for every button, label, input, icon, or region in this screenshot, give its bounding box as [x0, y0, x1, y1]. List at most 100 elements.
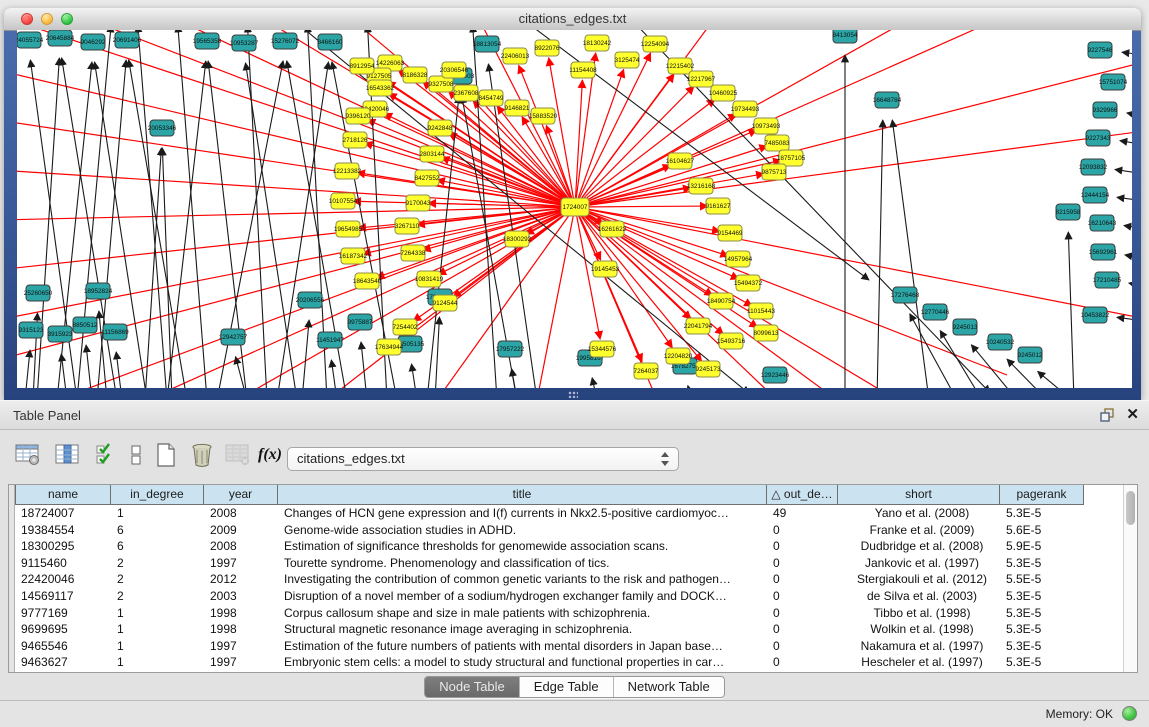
network-node[interactable]: 10240532	[986, 334, 1015, 350]
network-node[interactable]: 15276072	[271, 33, 300, 49]
network-node[interactable]: 9245173	[696, 361, 721, 377]
network-node[interactable]: 13216168	[687, 178, 716, 194]
network-node[interactable]: 3915923	[48, 326, 73, 342]
network-node[interactable]: 15751074	[1099, 74, 1128, 90]
network-node[interactable]: 3125474	[615, 52, 640, 68]
table-settings-icon[interactable]	[14, 441, 42, 469]
network-node[interactable]: 18813054	[473, 36, 502, 52]
network-node[interactable]: 16648784	[873, 92, 902, 108]
float-panel-icon[interactable]	[1098, 406, 1116, 424]
show-column-icon[interactable]	[54, 441, 82, 469]
network-node[interactable]: 11015443	[747, 303, 775, 319]
network-node[interactable]: 12254094	[641, 36, 670, 52]
table-row[interactable]: 977716911998Corpus callosum shape and si…	[15, 605, 1123, 622]
network-node[interactable]: 7264338	[401, 245, 426, 261]
network-node[interactable]: 9245013	[953, 319, 978, 335]
network-node[interactable]: 9242848	[428, 120, 453, 136]
network-node[interactable]: 9227343	[1086, 130, 1111, 146]
network-node[interactable]: 7264037	[634, 363, 659, 379]
network-node[interactable]: 10460925	[709, 85, 738, 101]
network-node[interactable]: 20645884	[46, 30, 75, 46]
network-node[interactable]: 9245012	[1018, 347, 1043, 363]
network-node[interactable]: 9154469	[718, 225, 743, 241]
network-node[interactable]: 2803144	[420, 146, 445, 162]
network-canvas[interactable]: 2405572420645884904629220691406195653581…	[17, 30, 1132, 388]
network-node[interactable]: 17957222	[496, 341, 525, 357]
network-node[interactable]: 9046292	[81, 34, 106, 50]
network-node[interactable]: 2718126	[343, 132, 368, 148]
network-node[interactable]: 9161627	[706, 198, 731, 214]
delete-column-icon[interactable]	[188, 441, 216, 469]
network-node[interactable]: 8922076	[535, 40, 560, 56]
column-header-year[interactable]: year	[204, 485, 278, 505]
scrollbar-thumb[interactable]	[1126, 491, 1135, 525]
citation-network-graph[interactable]: 2405572420645884904629220691406195653581…	[17, 30, 1132, 388]
network-node[interactable]: 12093832	[1079, 159, 1108, 175]
network-node[interactable]: 22041794	[684, 318, 713, 334]
network-node[interactable]: 11154408	[569, 62, 597, 78]
network-node[interactable]: 11156869	[101, 324, 129, 340]
table-row[interactable]: 1872400712008Changes of HCN gene express…	[15, 505, 1123, 522]
network-node[interactable]: 10453822	[1081, 307, 1110, 323]
network-node[interactable]: 12444154	[1081, 187, 1110, 203]
window-resize-grip[interactable]	[568, 391, 578, 398]
network-node[interactable]: 16187342	[339, 248, 368, 264]
network-node[interactable]: 15494372	[734, 275, 763, 291]
table-row[interactable]: 1456911722003Disruption of a novel membe…	[15, 588, 1123, 605]
column-header-outde[interactable]: △ out_de…	[767, 485, 838, 505]
network-node[interactable]: 17276468	[891, 287, 920, 303]
network-node[interactable]: 10107554	[329, 193, 358, 209]
tab-edge-table[interactable]: Edge Table	[520, 677, 614, 697]
network-node[interactable]: 25260650	[24, 285, 53, 301]
column-header-indegree[interactable]: in_degree	[111, 485, 204, 505]
table-selector-dropdown[interactable]: citations_edges.txt	[287, 447, 679, 471]
network-node[interactable]: 16543362	[366, 80, 395, 96]
tab-network-table[interactable]: Network Table	[614, 677, 724, 697]
network-node[interactable]: 10831419	[415, 271, 444, 287]
network-node[interactable]: 3267110	[395, 218, 420, 234]
network-node[interactable]: 12213382	[333, 163, 362, 179]
network-node[interactable]: 18130242	[583, 35, 612, 51]
network-node[interactable]: 20306546	[440, 62, 469, 78]
network-node[interactable]: 16210643	[1088, 215, 1117, 231]
rows-icon[interactable]	[122, 441, 150, 469]
network-node[interactable]: 18952824	[84, 283, 113, 299]
network-node[interactable]: 2367608	[454, 85, 479, 101]
network-node[interactable]: 9124544	[433, 295, 458, 311]
function-builder-icon[interactable]: f(x)	[256, 441, 284, 469]
network-node[interactable]: 19145453	[591, 261, 620, 277]
network-node[interactable]: 15493716	[717, 333, 746, 349]
new-column-icon[interactable]	[152, 441, 180, 469]
network-node[interactable]: 8466160	[318, 34, 343, 50]
network-node[interactable]: 12923446	[761, 367, 790, 383]
close-panel-icon[interactable]: ✕	[1126, 406, 1139, 424]
table-row[interactable]: 911546021997Tourette syndrome. Phenomeno…	[15, 555, 1123, 572]
column-header-name[interactable]: name	[15, 485, 111, 505]
network-node[interactable]: 8413054	[833, 30, 858, 43]
network-node[interactable]: 10973493	[752, 118, 781, 134]
column-header-title[interactable]: title	[278, 485, 767, 505]
network-node[interactable]: 19565358	[193, 33, 222, 49]
network-node[interactable]: 12942757	[219, 329, 248, 345]
network-node[interactable]: 20691406	[113, 32, 142, 48]
network-node[interactable]: 15692961	[1089, 244, 1118, 260]
column-header-pagerank[interactable]: pagerank	[1000, 485, 1084, 505]
network-node[interactable]: 9227546	[1088, 42, 1113, 58]
network-node[interactable]: 8850512	[73, 317, 98, 333]
network-node[interactable]: 9975887	[348, 314, 373, 330]
network-node[interactable]: 22406013	[501, 48, 530, 64]
network-node[interactable]: 19654985	[334, 221, 363, 237]
network-node[interactable]: 15883520	[529, 108, 558, 124]
network-node[interactable]: 16104627	[666, 153, 695, 169]
network-node[interactable]: 18643540	[353, 273, 382, 289]
tab-node-table[interactable]: Node Table	[425, 677, 520, 697]
table-row[interactable]: 946362711997Embryonic stem cells: a mode…	[15, 654, 1123, 671]
network-node[interactable]: 8099613	[754, 325, 779, 341]
network-node[interactable]: 20053346	[148, 120, 177, 136]
table-row[interactable]: 1830029562008Estimation of significance …	[15, 538, 1123, 555]
network-node[interactable]: 9146821	[505, 100, 530, 116]
network-node[interactable]: 8427552	[415, 170, 440, 186]
network-node[interactable]: 15344576	[588, 341, 617, 357]
column-header-short[interactable]: short	[838, 485, 1000, 505]
network-node[interactable]: 18490754	[707, 293, 736, 309]
